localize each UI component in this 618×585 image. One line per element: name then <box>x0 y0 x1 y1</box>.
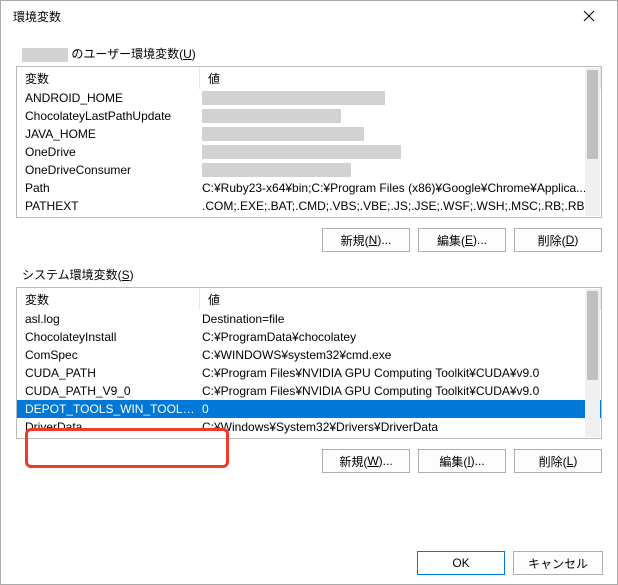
table-row[interactable]: ChocolateyLastPathUpdate <box>17 107 601 125</box>
header-value[interactable]: 値 <box>200 67 601 89</box>
table-row[interactable]: JAVA_HOME <box>17 125 601 143</box>
var-value: C:¥Ruby23-x64¥bin;C:¥Program Files (x86)… <box>200 181 601 195</box>
environment-variables-dialog: 環境変数 のユーザー環境変数(U) 変数 値 ANDROID_HOME Choco… <box>0 0 618 585</box>
var-name: JAVA_HOME <box>17 127 200 141</box>
var-name: ComSpec <box>17 348 200 362</box>
table-row[interactable]: OneDrive <box>17 143 601 161</box>
close-icon <box>583 10 595 22</box>
table-row[interactable]: CUDA_PATHC:¥Program Files¥NVIDIA GPU Com… <box>17 364 601 382</box>
var-value: Destination=file <box>200 312 601 326</box>
user-delete-button[interactable]: 削除(D) <box>514 228 602 252</box>
var-name: OneDriveConsumer <box>17 163 200 177</box>
cancel-button[interactable]: キャンセル <box>513 551 603 575</box>
var-value: C:¥Program Files¥NVIDIA GPU Computing To… <box>200 384 601 398</box>
scrollbar[interactable] <box>585 289 600 437</box>
dialog-title: 環境変数 <box>9 8 569 25</box>
censored-value <box>202 109 341 123</box>
var-value <box>200 145 601 160</box>
table-row[interactable]: PathC:¥Ruby23-x64¥bin;C:¥Program Files (… <box>17 179 601 197</box>
table-row[interactable]: ANDROID_HOME <box>17 89 601 107</box>
var-value: C:¥Program Files¥NVIDIA GPU Computing To… <box>200 366 601 380</box>
table-row[interactable]: ComSpecC:¥WINDOWS¥system32¥cmd.exe <box>17 346 601 364</box>
titlebar: 環境変数 <box>1 1 617 31</box>
system-delete-button[interactable]: 削除(L) <box>514 449 602 473</box>
censored-value <box>202 127 364 141</box>
table-row[interactable]: asl.logDestination=file <box>17 310 601 328</box>
dialog-footer: OK キャンセル <box>417 551 603 575</box>
scrollbar-thumb[interactable] <box>587 291 598 380</box>
user-edit-button[interactable]: 編集(E)... <box>418 228 506 252</box>
var-name: DriverData <box>17 420 200 434</box>
scrollbar-thumb[interactable] <box>587 70 598 159</box>
system-edit-button[interactable]: 編集(I)... <box>418 449 506 473</box>
var-name: asl.log <box>17 312 200 326</box>
censored-value <box>202 91 385 105</box>
scrollbar[interactable] <box>585 68 600 216</box>
user-buttons: 新規(N)... 編集(E)... 削除(D) <box>16 228 602 252</box>
var-value <box>200 91 601 106</box>
user-new-button[interactable]: 新規(N)... <box>322 228 410 252</box>
list-header: 変数 値 <box>17 67 601 89</box>
user-vars-list[interactable]: 変数 値 ANDROID_HOME ChocolateyLastPathUpdat… <box>16 66 602 218</box>
system-buttons: 新規(W)... 編集(I)... 削除(L) <box>16 449 602 473</box>
var-value <box>200 163 601 178</box>
user-vars-label: のユーザー環境変数(U) <box>22 45 602 62</box>
ok-button[interactable]: OK <box>417 551 505 575</box>
var-name: CUDA_PATH <box>17 366 200 380</box>
var-value: C:¥Windows¥System32¥Drivers¥DriverData <box>200 420 601 434</box>
var-name: ChocolateyLastPathUpdate <box>17 109 200 123</box>
censored-value <box>202 163 351 177</box>
var-name: CUDA_PATH_V9_0 <box>17 384 200 398</box>
var-value: C:¥WINDOWS¥system32¥cmd.exe <box>200 348 601 362</box>
table-row[interactable]: CUDA_PATH_V9_0C:¥Program Files¥NVIDIA GP… <box>17 382 601 400</box>
system-new-button[interactable]: 新規(W)... <box>322 449 410 473</box>
list-header: 変数 値 <box>17 288 601 310</box>
header-value[interactable]: 値 <box>200 288 601 310</box>
close-button[interactable] <box>569 1 609 31</box>
var-name: ANDROID_HOME <box>17 91 200 105</box>
var-name: ChocolateyInstall <box>17 330 200 344</box>
header-variable[interactable]: 変数 <box>17 67 200 89</box>
var-value: C:¥ProgramData¥chocolatey <box>200 330 601 344</box>
table-row[interactable]: DriverDataC:¥Windows¥System32¥Drivers¥Dr… <box>17 418 601 436</box>
var-value <box>200 127 601 142</box>
table-row[interactable]: OneDriveConsumer <box>17 161 601 179</box>
var-value <box>200 109 601 124</box>
var-name: Path <box>17 181 200 195</box>
var-name: PATHEXT <box>17 199 200 213</box>
table-row[interactable]: DEPOT_TOOLS_WIN_TOOLC...0 <box>17 400 601 418</box>
table-row[interactable]: ChocolateyInstallC:¥ProgramData¥chocolat… <box>17 328 601 346</box>
var-name: OneDrive <box>17 145 200 159</box>
system-vars-list[interactable]: 変数 値 asl.logDestination=fileChocolateyIn… <box>16 287 602 439</box>
var-name: DEPOT_TOOLS_WIN_TOOLC... <box>17 402 200 416</box>
system-vars-label: システム環境変数(S) <box>22 266 602 283</box>
header-variable[interactable]: 変数 <box>17 288 200 310</box>
censored-value <box>202 145 401 159</box>
var-value: .COM;.EXE;.BAT;.CMD;.VBS;.VBE;.JS;.JSE;.… <box>200 199 601 213</box>
table-row[interactable]: PATHEXT.COM;.EXE;.BAT;.CMD;.VBS;.VBE;.JS… <box>17 197 601 215</box>
censored-username <box>22 48 68 62</box>
var-value: 0 <box>200 402 601 416</box>
